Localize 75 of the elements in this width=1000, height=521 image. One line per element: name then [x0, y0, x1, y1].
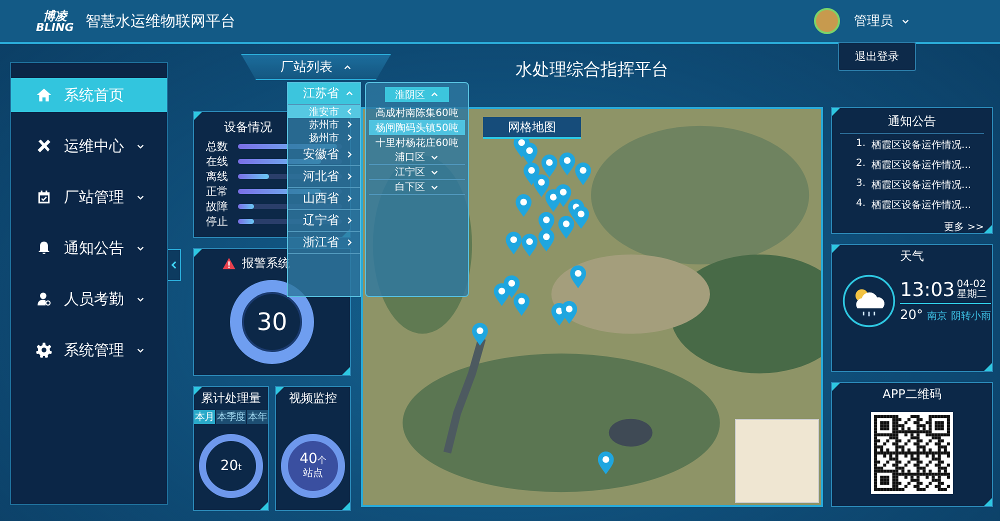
- weather-weekday: 星期二: [956, 290, 987, 300]
- sidebar-item[interactable]: 系统管理: [11, 333, 167, 367]
- sidebar-item[interactable]: 运维中心: [11, 129, 167, 163]
- notice-number: 4.: [856, 198, 866, 211]
- province-item[interactable]: 河北省: [288, 166, 360, 188]
- home-icon: [36, 87, 52, 103]
- status-label: 故障: [206, 199, 229, 214]
- status-label: 离线: [206, 169, 229, 184]
- panel-title: 天气: [900, 248, 924, 265]
- page-title: 水处理综合指挥平台: [516, 59, 668, 82]
- chevron-up-icon: [345, 89, 354, 98]
- panel-title: APP二维码: [882, 386, 942, 403]
- sidebar-item[interactable]: 人员考勤: [11, 282, 167, 316]
- bell-icon: [36, 240, 52, 256]
- province-item[interactable]: 安徽省: [288, 144, 360, 166]
- video-count: 40个: [300, 452, 326, 466]
- status-label: 总数: [206, 139, 229, 154]
- weather-temperature: 20°: [900, 308, 924, 323]
- province-item[interactable]: 辽宁省: [288, 210, 360, 232]
- chevron-right-icon: [345, 238, 354, 247]
- station-list-toggle[interactable]: 厂站列表: [241, 54, 391, 80]
- gear-icon: [36, 342, 52, 358]
- chevron-right-icon: [345, 194, 354, 203]
- notice-link[interactable]: 栖霞区设备运作情况...: [872, 178, 972, 192]
- status-label: 正常: [206, 184, 229, 199]
- chevron-up-icon: [430, 90, 439, 99]
- notice-link[interactable]: 栖霞区设备运作情况...: [872, 138, 972, 152]
- logo: 博凌 BLING: [36, 10, 74, 32]
- sidebar-item[interactable]: 厂站管理: [11, 180, 167, 214]
- status-label: 停止: [206, 214, 229, 229]
- district-item[interactable]: 江宁区: [369, 165, 465, 180]
- panel-title: 通知公告: [840, 110, 984, 134]
- sidebar-item[interactable]: 通知公告: [11, 231, 167, 265]
- chevron-left-icon: [345, 107, 354, 116]
- city-item[interactable]: 扬州市: [288, 131, 360, 144]
- notice-link[interactable]: 栖霞区设备运作情况...: [872, 158, 972, 172]
- collapse-handle[interactable]: [168, 249, 181, 281]
- station-item[interactable]: 十里村杨花庄60吨: [369, 135, 465, 150]
- notice-number: 3.: [856, 178, 866, 191]
- warning-icon: [222, 257, 236, 270]
- tools-icon: [36, 138, 52, 154]
- processed-value: 20t: [220, 459, 242, 473]
- district-item[interactable]: 浦口区: [369, 150, 465, 165]
- weather-city: 南京: [927, 310, 948, 323]
- panel-title: 累计处理量: [201, 390, 261, 407]
- chevron-right-icon: [345, 172, 354, 181]
- notice-number: 2.: [856, 158, 866, 171]
- chevron-right-icon: [345, 216, 354, 225]
- province-item[interactable]: 浙江省: [288, 232, 360, 254]
- station-item[interactable]: 高成村南陈集60吨: [369, 105, 465, 120]
- weather-time: 13:03: [900, 279, 955, 301]
- chevron-up-icon: [342, 62, 352, 72]
- weather-condition: 阴转小雨: [951, 310, 992, 323]
- panel-title: 设备情况: [224, 119, 272, 136]
- avatar[interactable]: [814, 8, 840, 34]
- weather-date: 04-02: [956, 280, 987, 290]
- notice-number: 1.: [856, 138, 866, 151]
- status-label: 在线: [206, 154, 229, 169]
- logout-menu-item[interactable]: 退出登录: [839, 43, 915, 70]
- app-title: 智慧水运维物联网平台: [86, 12, 236, 30]
- district-item[interactable]: 白下区: [369, 180, 465, 195]
- calendar-icon: [36, 189, 52, 205]
- period-tab[interactable]: 本年: [247, 410, 268, 424]
- map-tab[interactable]: 网格地图: [483, 117, 581, 139]
- video-caption: 站点: [303, 466, 323, 480]
- weather-rain-icon: [842, 274, 896, 328]
- alarm-count: 30: [256, 308, 288, 336]
- user-menu-button[interactable]: 管理员: [854, 12, 893, 30]
- notice-link[interactable]: 栖霞区设备运作情况...: [872, 198, 972, 212]
- panel-title: 视频监控: [289, 390, 337, 407]
- city-item[interactable]: 苏州市: [288, 118, 360, 131]
- more-link[interactable]: 更多 >>: [840, 220, 984, 234]
- period-tab[interactable]: 本季度: [216, 410, 246, 424]
- province-item[interactable]: 山西省: [288, 188, 360, 210]
- user-gear-icon: [36, 291, 52, 307]
